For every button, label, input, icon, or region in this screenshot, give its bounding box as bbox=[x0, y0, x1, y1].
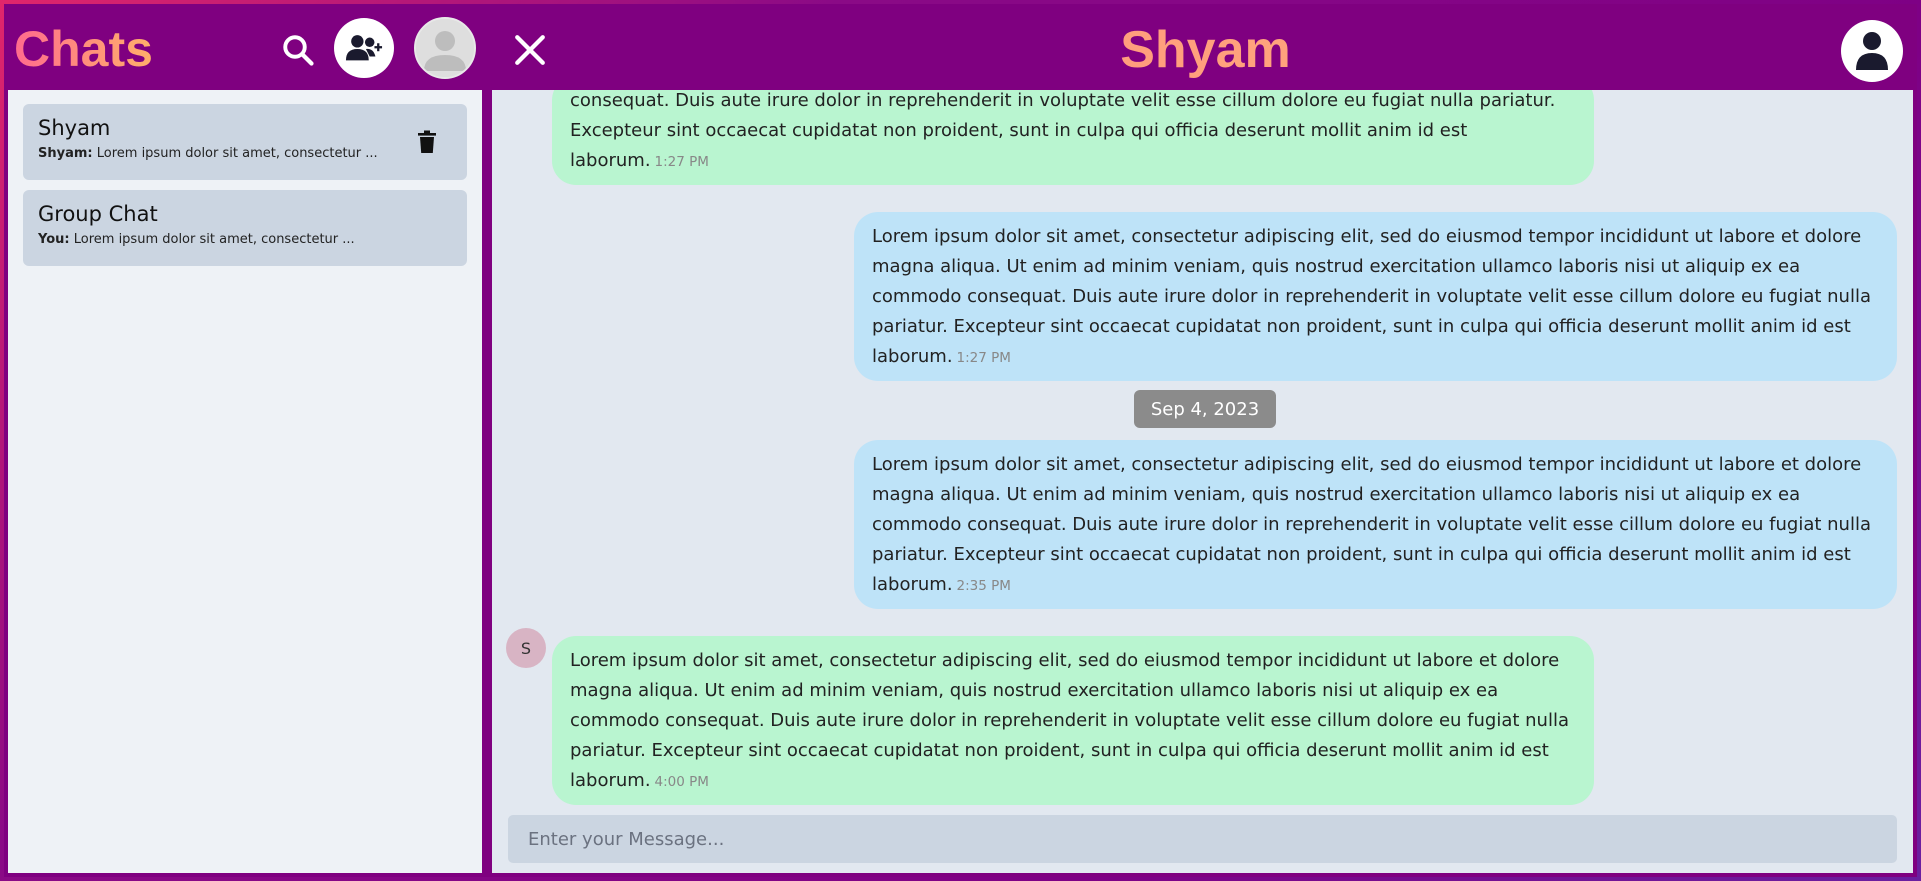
chat-app: Chats Shyam Shyam Shyam: Lorem ipsum dol… bbox=[4, 4, 1917, 877]
avatar-icon bbox=[416, 19, 474, 77]
chat-list-item-preview: You: Lorem ipsum dolor sit amet, consect… bbox=[38, 232, 452, 247]
message-bubble-received: Lorem ipsum dolor sit amet, consectetur … bbox=[552, 636, 1594, 805]
chat-list: Shyam Shyam: Lorem ipsum dolor sit amet,… bbox=[8, 90, 482, 873]
delete-chat-button[interactable] bbox=[417, 130, 439, 156]
chat-list-item-text: Lorem ipsum dolor sit amet, consectetur … bbox=[73, 232, 355, 247]
user-plus-icon bbox=[345, 35, 383, 61]
chat-list-item-text: Lorem ipsum dolor sit amet, consectetur … bbox=[96, 146, 378, 161]
message-text: Lorem ipsum dolor sit amet, consectetur … bbox=[872, 226, 1871, 367]
chat-list-item-sender: Shyam: bbox=[38, 146, 93, 161]
chat-list-item-name: Group Chat bbox=[38, 202, 158, 226]
chat-list-item-group-chat[interactable]: Group Chat You: Lorem ipsum dolor sit am… bbox=[23, 190, 467, 266]
message-text: consequat. Duis aute irure dolor in repr… bbox=[570, 90, 1556, 171]
user-icon bbox=[1856, 32, 1888, 70]
search-button[interactable] bbox=[274, 26, 322, 74]
sender-avatar: S bbox=[506, 628, 546, 668]
add-user-button[interactable] bbox=[334, 18, 394, 78]
message-time: 2:35 PM bbox=[956, 578, 1011, 594]
chat-list-item-name: Shyam bbox=[38, 116, 111, 140]
message-text: Lorem ipsum dolor sit amet, consectetur … bbox=[872, 454, 1871, 595]
message-time: 1:27 PM bbox=[654, 154, 709, 170]
message-input[interactable] bbox=[508, 815, 1897, 863]
message-bubble-received: consequat. Duis aute irure dolor in repr… bbox=[552, 90, 1594, 185]
chat-header: Shyam bbox=[494, 4, 1917, 92]
chat-title: Shyam bbox=[494, 20, 1917, 80]
chat-list-item-sender: You: bbox=[38, 232, 70, 247]
chats-title: Chats bbox=[14, 21, 153, 77]
contact-profile-button[interactable] bbox=[1841, 20, 1903, 82]
sidebar-header: Chats bbox=[4, 4, 484, 92]
message-time: 4:00 PM bbox=[654, 774, 709, 790]
message-text: Lorem ipsum dolor sit amet, consectetur … bbox=[570, 650, 1569, 791]
message-bubble-sent: Lorem ipsum dolor sit amet, consectetur … bbox=[854, 212, 1897, 381]
message-bubble-sent: Lorem ipsum dolor sit amet, consectetur … bbox=[854, 440, 1897, 609]
chat-list-item-shyam[interactable]: Shyam Shyam: Lorem ipsum dolor sit amet,… bbox=[23, 104, 467, 180]
message-time: 1:27 PM bbox=[956, 350, 1011, 366]
chat-list-item-preview: Shyam: Lorem ipsum dolor sit amet, conse… bbox=[38, 146, 452, 161]
date-separator: Sep 4, 2023 bbox=[1134, 390, 1276, 428]
message-area: consequat. Duis aute irure dolor in repr… bbox=[492, 90, 1913, 873]
trash-icon bbox=[418, 130, 436, 153]
search-icon bbox=[283, 35, 314, 66]
profile-avatar-button[interactable] bbox=[414, 17, 476, 79]
